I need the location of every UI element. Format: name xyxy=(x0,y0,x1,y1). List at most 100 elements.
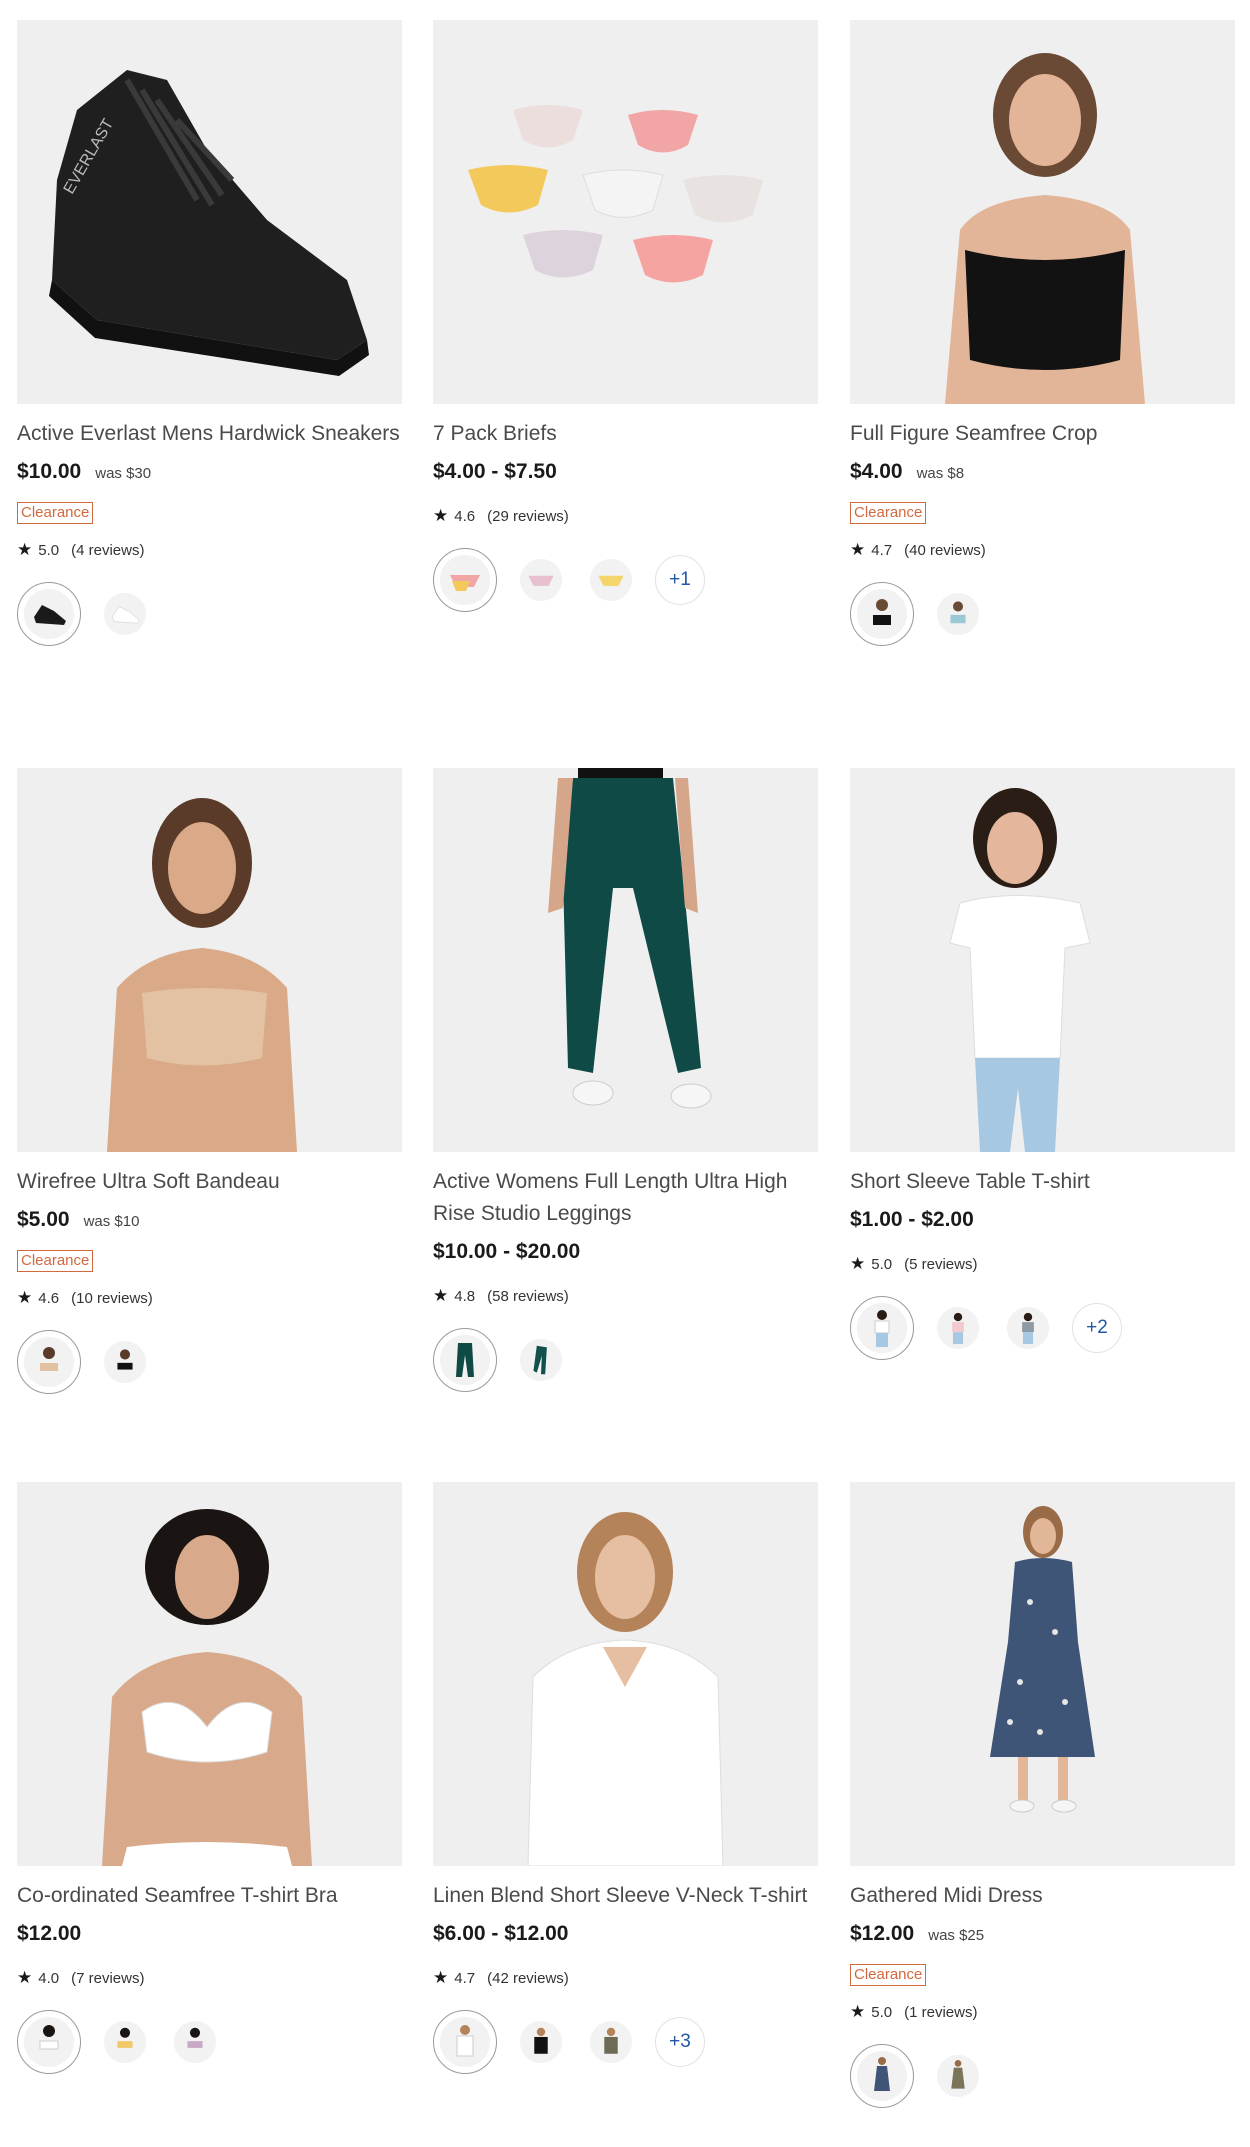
rating: ★ 4.7 (42 reviews) xyxy=(433,1968,818,1988)
color-swatch-multi-pink[interactable] xyxy=(515,554,567,606)
review-count[interactable]: (4 reviews) xyxy=(71,542,144,559)
rating: ★ 4.7 (40 reviews) xyxy=(850,540,1235,560)
product-title[interactable]: Active Womens Full Length Ultra High Ris… xyxy=(433,1166,818,1230)
star-icon: ★ xyxy=(17,1968,33,1987)
color-swatches xyxy=(850,582,1235,646)
color-swatch-white[interactable] xyxy=(99,588,151,640)
color-swatch-blue[interactable] xyxy=(932,588,984,640)
review-count[interactable]: (5 reviews) xyxy=(904,1256,977,1273)
product-title[interactable]: Short Sleeve Table T-shirt xyxy=(850,1166,1235,1198)
product-card: EVERLAST Active Everlast Mens Hardwick S… xyxy=(17,20,402,646)
color-swatches xyxy=(17,1330,402,1394)
color-swatches: +1 xyxy=(433,548,818,612)
clearance-badge: Clearance xyxy=(17,502,94,524)
price-row: $4.00 was $8 xyxy=(850,460,1235,484)
review-count[interactable]: (58 reviews) xyxy=(487,1288,569,1305)
more-colors-link[interactable]: +1 xyxy=(655,555,705,605)
price-row: $10.00 - $20.00 xyxy=(433,1240,818,1264)
rating-value: 4.0 xyxy=(38,1969,60,1987)
product-image[interactable] xyxy=(850,768,1235,1152)
product-price: $5.00 xyxy=(17,1208,70,1231)
color-swatch-green-alt[interactable] xyxy=(515,1334,567,1386)
product-title[interactable]: Active Everlast Mens Hardwick Sneakers xyxy=(17,418,402,450)
color-swatch-green[interactable] xyxy=(433,1328,497,1392)
more-colors-link[interactable]: +3 xyxy=(655,2017,705,2067)
product-price: $10.00 xyxy=(17,460,82,483)
review-count[interactable]: (10 reviews) xyxy=(71,1290,153,1307)
color-swatches xyxy=(433,1328,818,1392)
price-row: $10.00 was $30 xyxy=(17,460,402,484)
clearance-badge: Clearance xyxy=(17,1250,94,1272)
color-swatch-white[interactable] xyxy=(433,2010,497,2074)
star-icon: ★ xyxy=(433,506,449,525)
sneaker-image: EVERLAST xyxy=(17,20,402,404)
model-image xyxy=(433,1482,818,1866)
review-count[interactable]: (1 reviews) xyxy=(904,2004,977,2021)
product-price: $12.00 xyxy=(17,1922,82,1945)
product-title[interactable]: 7 Pack Briefs xyxy=(433,418,818,450)
color-swatch-yellow[interactable] xyxy=(99,2016,151,2068)
product-image[interactable] xyxy=(433,768,818,1152)
product-image[interactable] xyxy=(17,768,402,1152)
color-swatch-navy-floral[interactable] xyxy=(850,2044,914,2108)
color-swatch-lilac[interactable] xyxy=(169,2016,221,2068)
star-icon: ★ xyxy=(433,1968,449,1987)
color-swatch-pink[interactable] xyxy=(932,1302,984,1354)
review-count[interactable]: (7 reviews) xyxy=(71,1970,144,1987)
color-swatch-white[interactable] xyxy=(850,1296,914,1360)
review-count[interactable]: (29 reviews) xyxy=(487,508,569,525)
product-image[interactable]: EVERLAST xyxy=(17,20,402,404)
product-card: 7 Pack Briefs $4.00 - $7.50 ★ 4.6 (29 re… xyxy=(433,20,818,612)
product-price: $12.00 xyxy=(850,1922,915,1945)
color-swatch-black[interactable] xyxy=(850,582,914,646)
was-price: was $30 xyxy=(95,465,152,482)
rating-value: 5.0 xyxy=(871,1255,893,1273)
product-price: $6.00 - $12.00 xyxy=(433,1922,569,1945)
leggings-image xyxy=(433,768,818,1152)
rating-value: 4.8 xyxy=(454,1287,476,1305)
product-title[interactable]: Linen Blend Short Sleeve V-Neck T-shirt xyxy=(433,1880,818,1912)
product-image[interactable] xyxy=(433,20,818,404)
color-swatch-white[interactable] xyxy=(17,2010,81,2074)
product-price: $10.00 - $20.00 xyxy=(433,1240,581,1263)
price-row: $4.00 - $7.50 xyxy=(433,460,818,484)
product-image[interactable] xyxy=(433,1482,818,1866)
product-image[interactable] xyxy=(17,1482,402,1866)
rating-value: 4.6 xyxy=(38,1289,60,1307)
color-swatch-multi-yellow[interactable] xyxy=(585,554,637,606)
product-title[interactable]: Co-ordinated Seamfree T-shirt Bra xyxy=(17,1880,402,1912)
color-swatch-khaki[interactable] xyxy=(932,2050,984,2102)
product-card: Active Womens Full Length Ultra High Ris… xyxy=(433,768,818,1392)
review-count[interactable]: (42 reviews) xyxy=(487,1970,569,1987)
color-swatch-multi-pastel[interactable] xyxy=(433,548,497,612)
was-price: was $8 xyxy=(916,465,965,482)
product-image[interactable] xyxy=(850,1482,1235,1866)
product-image[interactable] xyxy=(850,20,1235,404)
price-row: $5.00 was $10 xyxy=(17,1208,402,1232)
color-swatches xyxy=(17,2010,402,2074)
product-title[interactable]: Gathered Midi Dress xyxy=(850,1880,1235,1912)
star-icon: ★ xyxy=(850,540,866,559)
color-swatch-black[interactable] xyxy=(17,582,81,646)
color-swatch-black[interactable] xyxy=(99,1336,151,1388)
rating-value: 4.7 xyxy=(454,1969,476,1987)
star-icon: ★ xyxy=(17,540,33,559)
review-count[interactable]: (40 reviews) xyxy=(904,542,986,559)
clearance-badge: Clearance xyxy=(850,502,927,524)
rating: ★ 5.0 (4 reviews) xyxy=(17,540,402,560)
more-colors-link[interactable]: +2 xyxy=(1072,1303,1122,1353)
color-swatch-black[interactable] xyxy=(515,2016,567,2068)
color-swatches xyxy=(17,582,402,646)
rating: ★ 4.0 (7 reviews) xyxy=(17,1968,402,1988)
model-image xyxy=(850,20,1235,404)
product-title[interactable]: Wirefree Ultra Soft Bandeau xyxy=(17,1166,402,1198)
color-swatch-grey[interactable] xyxy=(1002,1302,1054,1354)
color-swatch-khaki[interactable] xyxy=(585,2016,637,2068)
star-icon: ★ xyxy=(433,1286,449,1305)
dress-image xyxy=(850,1482,1235,1866)
product-title[interactable]: Full Figure Seamfree Crop xyxy=(850,418,1235,450)
briefs-image xyxy=(433,20,818,404)
price-row: $1.00 - $2.00 xyxy=(850,1208,1235,1232)
rating: ★ 4.6 (29 reviews) xyxy=(433,506,818,526)
color-swatch-nude[interactable] xyxy=(17,1330,81,1394)
